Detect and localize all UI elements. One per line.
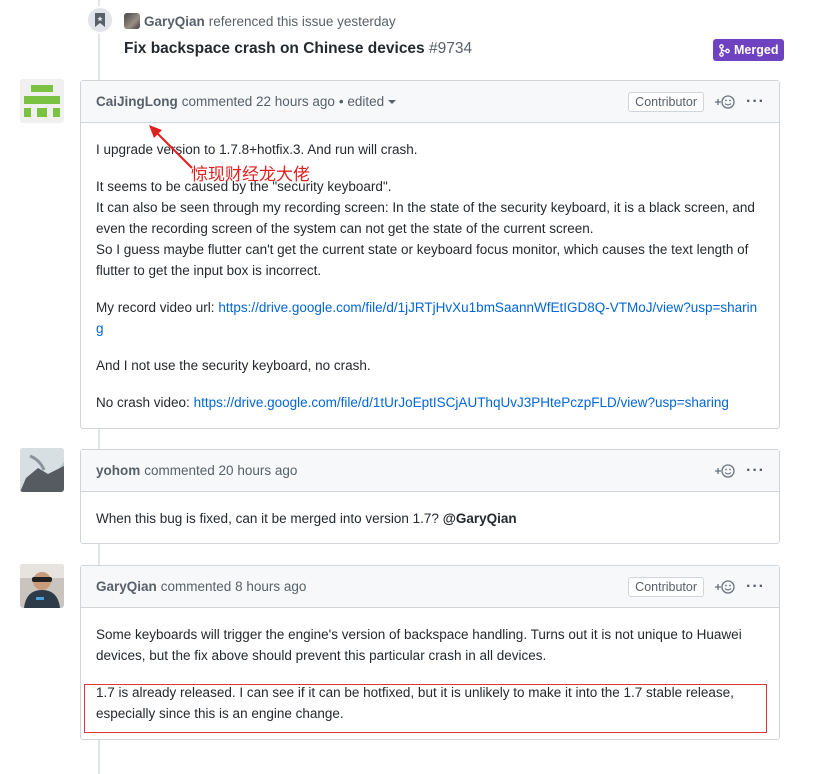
comment-body: I upgrade version to 1.7.8+hotfix.3. And…	[81, 139, 779, 413]
git-merge-icon	[719, 43, 730, 57]
merged-label: Merged	[734, 43, 779, 57]
avatar[interactable]	[20, 79, 64, 123]
add-reaction-icon[interactable]	[714, 463, 736, 479]
comment-header: yohom commented 20 hours ago ···	[81, 450, 779, 492]
status-badge: Merged	[713, 39, 785, 61]
timeline-line	[98, 543, 100, 565]
user-mention[interactable]: @GaryQian	[443, 511, 517, 526]
add-reaction-icon[interactable]	[714, 94, 736, 110]
comment-header: CaiJingLong commented 22 hours ago • edi…	[81, 81, 779, 123]
no-crash-video-link[interactable]: https://drive.google.com/file/d/1tUrJoEp…	[194, 395, 729, 410]
no-crash-video-label: No crash video:	[96, 395, 190, 410]
kebab-icon[interactable]: ···	[746, 462, 765, 480]
pr-title[interactable]: Fix backspace crash on Chinese devices	[124, 40, 425, 57]
reference-event: GaryQian referenced this issue yesterday	[124, 13, 396, 29]
edited-dropdown[interactable]: • edited	[339, 94, 397, 109]
comment-text: When this bug is fixed, can it be merged…	[96, 511, 439, 526]
reference-pr-link[interactable]: Fix backspace crash on Chinese devices #…	[124, 40, 472, 58]
comment-paragraph: It can also be seen through my recording…	[96, 200, 755, 236]
avatar[interactable]	[124, 13, 140, 29]
kebab-icon[interactable]: ···	[746, 578, 765, 596]
highlight-box	[84, 684, 767, 733]
annotation-text: 惊现财经龙大佬	[191, 165, 310, 185]
add-reaction-icon[interactable]	[714, 579, 736, 595]
comment-paragraph: Some keyboards will trigger the engine's…	[96, 627, 742, 663]
timeline-line	[98, 739, 100, 774]
reference-text: referenced this issue yesterday	[208, 13, 396, 29]
comment-header: GaryQian commented 8 hours ago Contribut…	[81, 566, 779, 608]
contributor-badge: Contributor	[628, 92, 705, 112]
comment-paragraph: And I not use the security keyboard, no …	[96, 358, 371, 373]
kebab-icon[interactable]: ···	[746, 93, 765, 111]
comment-author[interactable]: yohom	[96, 463, 140, 478]
pr-number[interactable]: #9734	[429, 40, 472, 57]
comment-paragraph: My record video url: https://drive.googl…	[96, 297, 764, 339]
video-url-label: My record video url:	[96, 300, 215, 315]
reference-user-link[interactable]: GaryQian	[144, 14, 205, 29]
comment-paragraph: So I guess maybe flutter can't get the c…	[96, 242, 749, 278]
edited-label[interactable]: • edited	[339, 94, 384, 109]
avatar[interactable]	[20, 448, 64, 492]
comment-author[interactable]: GaryQian	[96, 579, 157, 594]
comment-body: When this bug is fixed, can it be merged…	[81, 508, 779, 529]
comment: yohom commented 20 hours ago ··· When th…	[80, 449, 780, 544]
chevron-down-icon	[388, 100, 397, 105]
avatar[interactable]	[20, 564, 64, 608]
comment-paragraph: No crash video: https://drive.google.com…	[96, 392, 764, 413]
comment-paragraph: When this bug is fixed, can it be merged…	[96, 508, 764, 529]
comment-timestamp[interactable]: commented 20 hours ago	[144, 463, 297, 478]
contributor-badge: Contributor	[628, 577, 705, 597]
comment-timestamp[interactable]: commented 8 hours ago	[161, 579, 307, 594]
bookmark-icon	[86, 6, 114, 34]
timeline-line	[98, 428, 100, 450]
comment-author[interactable]: CaiJingLong	[96, 94, 178, 109]
comment-timestamp[interactable]: commented 22 hours ago	[182, 94, 335, 109]
